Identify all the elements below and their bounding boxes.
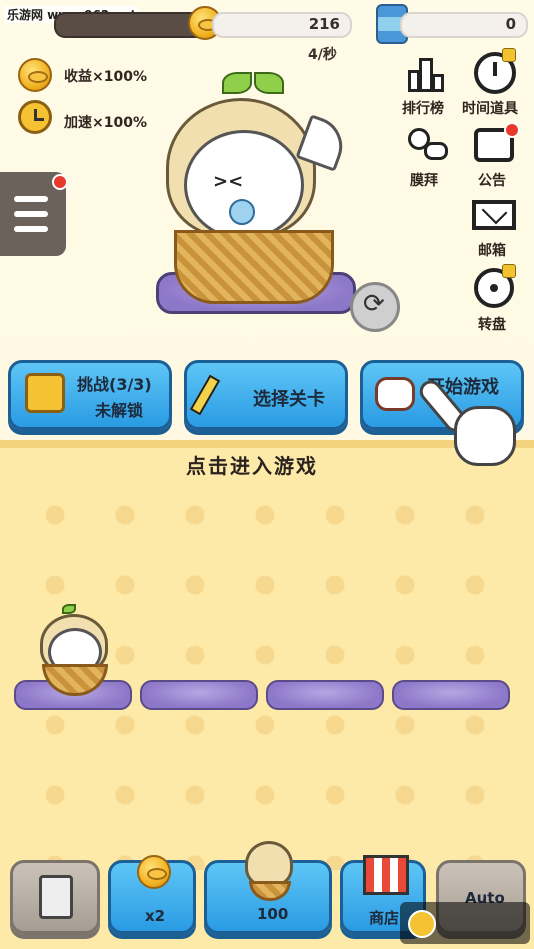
cat-face: >< (184, 130, 304, 240)
wheel-label: 转盘 (478, 317, 506, 333)
logo-coin-icon (408, 910, 436, 938)
notice-label: 公告 (478, 173, 506, 189)
menu-alert-dot (52, 174, 68, 190)
buy-price: 100 (257, 905, 289, 923)
site-logo (400, 902, 530, 944)
tap-hint: 点击进入游戏 (186, 454, 318, 478)
leaderboard-icon-bar (432, 74, 444, 92)
shop-icon (363, 855, 409, 895)
hand-palm (454, 406, 516, 466)
sprout-leaf (254, 72, 284, 94)
buy-cat-button[interactable]: 100 (204, 841, 332, 934)
cat-icon-basket (249, 881, 291, 901)
wheel-hub (490, 284, 498, 292)
can-bar: 0 (400, 12, 528, 38)
coin-up-icon[interactable] (18, 58, 52, 92)
cat-slot[interactable] (266, 680, 384, 710)
double-coin-label: x2 (145, 907, 166, 925)
slot-cat-sprout (62, 604, 76, 614)
menu-icon-line (14, 226, 48, 232)
pacifier-icon (229, 199, 255, 225)
trophy-icon (25, 373, 65, 413)
alarm-clock-icon[interactable] (18, 100, 52, 134)
challenge-button[interactable]: 挑战(3/3) 未解锁 (8, 360, 172, 430)
leaderboard-icon-bar (419, 58, 433, 92)
slot-cat-basket (42, 664, 108, 696)
shop-label: 商店 (369, 909, 400, 927)
time-item-label: 时间道具 (462, 101, 518, 117)
trash-button[interactable] (10, 860, 100, 934)
side-menu-button[interactable] (0, 172, 68, 256)
leaderboard-button[interactable] (404, 52, 448, 96)
mail-icon[interactable] (472, 198, 516, 230)
double-coin-button[interactable]: x2 (108, 855, 196, 934)
stopwatch-hand (493, 62, 497, 76)
cat-basket (174, 230, 334, 304)
notice-alert-dot (504, 122, 520, 138)
menu-icon-line (14, 211, 48, 217)
income-buff: 收益×100% (64, 69, 147, 85)
can-count: 0 (505, 15, 516, 33)
cat-eyes: >< (213, 171, 244, 192)
select-level-button[interactable]: 选择关卡 (184, 360, 348, 430)
cat-slot[interactable] (392, 680, 510, 710)
rotate-button[interactable]: ⟳ (350, 282, 400, 332)
paw-icon (375, 377, 415, 411)
worship-label: 膜拜 (410, 173, 438, 189)
menu-icon (14, 196, 48, 202)
rotate-icon: ⟳ (363, 289, 385, 319)
coin-count: 216 (308, 15, 340, 33)
worship-button[interactable] (408, 128, 448, 162)
challenge-status: 未解锁 (95, 401, 144, 420)
mail-flap (481, 198, 508, 225)
coin-stack-icon (137, 855, 171, 889)
mailbox-label: 邮箱 (478, 243, 506, 259)
lock-icon (502, 264, 516, 278)
tap-hand-icon (415, 375, 524, 486)
cat-slot[interactable] (140, 680, 258, 710)
trash-icon (39, 875, 73, 919)
sprout-icon (222, 72, 252, 94)
worship-icon-body (424, 142, 448, 160)
lock-icon (502, 48, 516, 62)
slot-cat[interactable] (36, 604, 114, 696)
leaderboard-label: 排行榜 (402, 101, 444, 117)
palette-icon (189, 374, 221, 416)
speed-buff: 加速×100% (64, 115, 147, 131)
coin-bar: 216 (212, 12, 352, 38)
main-cat[interactable]: >< (156, 60, 386, 320)
challenge-label: 挑战(3/3) (77, 375, 152, 394)
select-level-label: 选择关卡 (253, 389, 325, 410)
progress-bar (54, 12, 208, 38)
